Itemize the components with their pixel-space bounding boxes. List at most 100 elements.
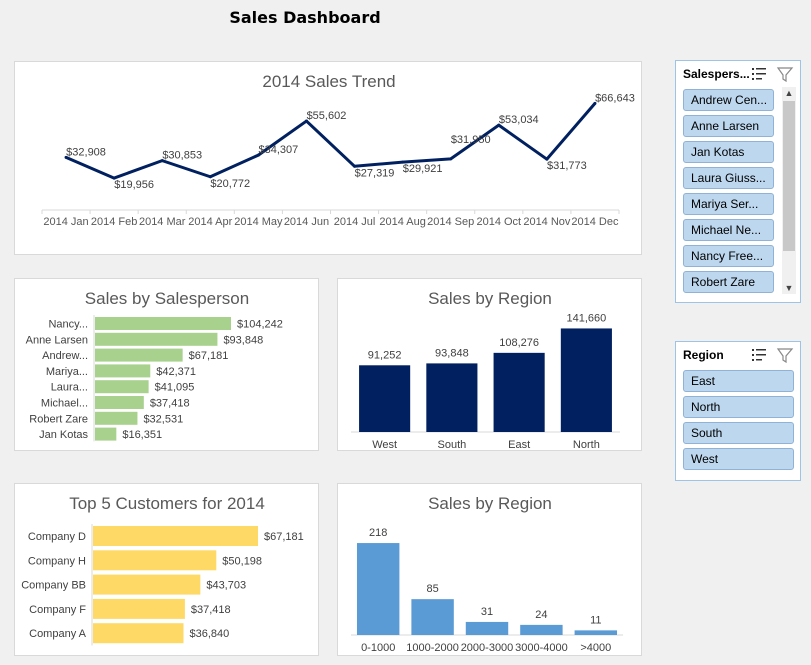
category-label: Company F — [29, 604, 86, 616]
slicer-item-nancy[interactable]: Nancy Free... — [683, 245, 774, 267]
data-label: 91,252 — [368, 349, 402, 361]
bar — [95, 348, 183, 362]
bar — [411, 599, 454, 635]
category-label: Andrew... — [42, 350, 88, 362]
region-slicer-header: Region — [683, 348, 794, 364]
data-label: 24 — [535, 609, 547, 621]
data-label: $31,950 — [451, 134, 491, 146]
data-label: 11 — [590, 614, 601, 626]
slicer-item-north[interactable]: North — [683, 396, 794, 418]
slicer-item-robert[interactable]: Robert Zare — [683, 271, 774, 293]
data-label: $19,956 — [114, 179, 154, 191]
bar — [95, 427, 117, 441]
slicer-item-south[interactable]: South — [683, 422, 794, 444]
data-label: $34,307 — [258, 144, 298, 156]
slicer-controls — [752, 347, 794, 368]
category-label: Company D — [28, 531, 86, 543]
bar — [356, 543, 400, 635]
bar — [465, 621, 509, 635]
data-label: $37,418 — [150, 398, 190, 410]
scroll-down-icon[interactable]: ▼ — [782, 282, 796, 294]
slicer-item-andrew[interactable]: Andrew Cen... — [683, 89, 774, 111]
chart-title: Sales by Region — [428, 494, 552, 513]
category-label: Jan Kotas — [39, 429, 88, 441]
scroll-up-icon[interactable]: ▲ — [782, 87, 796, 99]
x-tick-label: 2014 Feb — [91, 216, 137, 228]
salesperson-slicer-items: Andrew Cen... Anne Larsen Jan Kotas Laur… — [683, 89, 774, 297]
chart-title: Sales by Salesperson — [85, 289, 249, 308]
sales-by-region-chart: Sales by Region 91,252 West 93,848 South 108,… — [337, 278, 642, 451]
data-label: $66,643 — [595, 92, 635, 104]
data-label: 141,660 — [566, 312, 606, 324]
region-slicer[interactable]: Region East North South West — [675, 341, 801, 481]
chart-title: 2014 Sales Trend — [262, 72, 395, 91]
category-label: Laura... — [51, 382, 88, 394]
data-label: $30,853 — [162, 150, 202, 162]
data-label: $31,773 — [547, 160, 587, 172]
category-label: Company H — [28, 555, 86, 567]
multi-select-icon[interactable] — [752, 349, 766, 361]
bar — [574, 630, 618, 635]
slicer-scrollbar[interactable]: ▲ ▼ — [782, 87, 796, 294]
chart-title: Sales by Region — [428, 289, 552, 308]
x-tick-label: 2014 Jan — [43, 216, 88, 228]
data-label: 85 — [426, 583, 438, 595]
slicer-item-jan[interactable]: Jan Kotas — [683, 141, 774, 163]
data-label: $37,418 — [191, 604, 231, 616]
x-tick-label: 2014 Sep — [427, 216, 474, 228]
category-label: >4000 — [580, 642, 611, 654]
category-label: East — [508, 439, 530, 451]
clear-filter-icon[interactable] — [776, 348, 794, 364]
slicer-icons-svg — [752, 67, 794, 83]
x-tick-label: 2014 May — [234, 216, 283, 228]
slicer-item-anne[interactable]: Anne Larsen — [683, 115, 774, 137]
slicer-item-michael[interactable]: Michael Ne... — [683, 219, 774, 241]
bar — [95, 396, 144, 409]
region-slicer-title: Region — [683, 348, 724, 362]
x-tick-label: 2014 Dec — [571, 216, 619, 228]
data-label: $32,531 — [143, 413, 183, 425]
multi-select-icon[interactable] — [752, 68, 766, 80]
category-label: Michael... — [41, 398, 88, 410]
category-label: Anne Larsen — [26, 334, 88, 346]
sales-by-region-buckets-chart: Sales by Region 218 0-1000 85 1000-2000 31 200… — [337, 483, 642, 656]
data-label: $67,181 — [264, 531, 304, 543]
slicer-item-west[interactable]: West — [683, 448, 794, 470]
data-label: $42,371 — [156, 366, 196, 378]
bar — [560, 328, 612, 432]
data-label: $53,034 — [499, 114, 539, 126]
category-label: North — [573, 439, 600, 451]
slicer-item-mariya[interactable]: Mariya Ser... — [683, 193, 774, 215]
category-label: South — [438, 439, 467, 451]
salesperson-slicer[interactable]: Salespers... Andrew Cen... Anne Larsen J… — [675, 60, 801, 303]
data-label: $50,198 — [222, 555, 262, 567]
data-label: $67,181 — [189, 350, 229, 362]
data-label: $32,908 — [66, 146, 106, 158]
clear-filter-icon[interactable] — [776, 67, 794, 83]
data-label: $43,703 — [206, 580, 246, 592]
sales-by-salesperson-chart: Sales by Salesperson Nancy... $104,242 Anne… — [14, 278, 319, 451]
salesperson-slicer-title: Salespers... — [683, 67, 750, 81]
x-tick-label: 2014 Oct — [476, 216, 521, 228]
salesperson-svg: Sales by Salesperson Nancy... $104,242 Anne… — [26, 289, 283, 442]
scroll-thumb[interactable] — [783, 101, 795, 251]
bar — [95, 364, 151, 378]
region-svg: Sales by Region 91,252 West 93,848 South 108,… — [351, 289, 620, 451]
bar — [493, 352, 545, 432]
category-label: 2000-3000 — [461, 642, 514, 654]
bar — [95, 380, 149, 394]
region-slicer-items: East North South West — [683, 370, 794, 474]
region-buckets-svg: Sales by Region 218 0-1000 85 1000-2000 31 200… — [351, 494, 623, 654]
data-label: $104,242 — [237, 319, 283, 331]
top-customers-svg: Top 5 Customers for 2014 Company D $67,181… — [21, 494, 304, 646]
slicer-item-east[interactable]: East — [683, 370, 794, 392]
bar — [93, 623, 184, 644]
data-label: 31 — [481, 606, 493, 618]
bar — [93, 526, 258, 546]
category-label: West — [372, 439, 397, 451]
data-label: 218 — [369, 527, 387, 539]
category-label: Company A — [29, 628, 87, 640]
slicer-item-laura[interactable]: Laura Giuss... — [683, 167, 774, 189]
data-label: $16,351 — [122, 429, 162, 441]
data-label: $93,848 — [223, 334, 263, 346]
